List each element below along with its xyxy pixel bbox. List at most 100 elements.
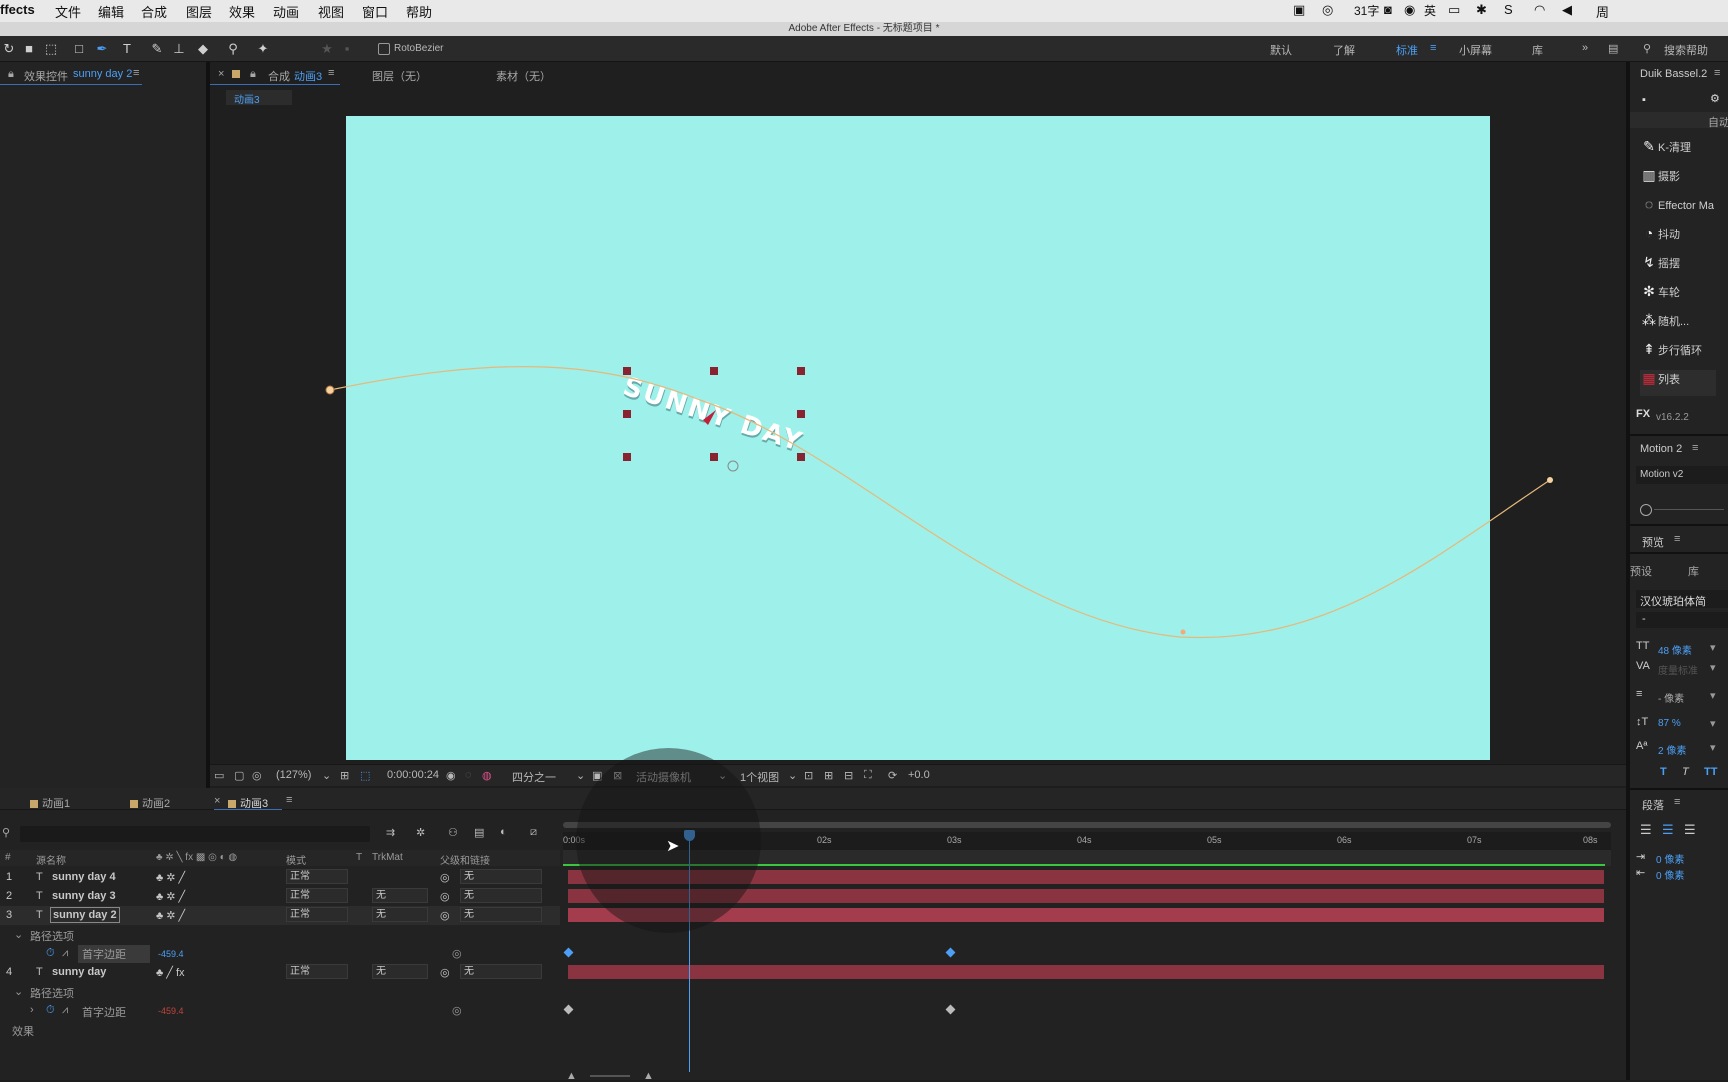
bounding-box-handle[interactable]	[797, 453, 805, 461]
bounding-box-handle[interactable]	[623, 453, 631, 461]
preview-tab[interactable]: 预览	[1642, 534, 1664, 550]
library-tab[interactable]: 库	[1688, 563, 1699, 579]
preset-tab[interactable]: 预设	[1630, 563, 1652, 579]
motion-path[interactable]	[329, 365, 1551, 639]
blend-mode-dropdown[interactable]: 正常	[286, 907, 348, 922]
expression-icon[interactable]: ◎	[452, 1004, 462, 1017]
duik-auto-label[interactable]: 自动	[1708, 114, 1728, 130]
layer-row[interactable]: 1 T sunny day 4 ♣ ✲ ╱ 正常 ◎ 无	[0, 868, 560, 887]
font-family-dropdown[interactable]: 汉仪琥珀体简	[1636, 590, 1728, 608]
pickwhip-icon[interactable]: ◎	[440, 966, 450, 979]
bounding-box-handle[interactable]	[710, 367, 718, 375]
first-margin-label[interactable]: 首字边距	[82, 1004, 126, 1020]
duik-tool-camera[interactable]: ▥ 摄影	[1640, 167, 1728, 193]
track-matte-dropdown[interactable]: 无	[372, 964, 428, 979]
layer-name[interactable]: sunny day 3	[52, 890, 116, 902]
chevron-down-icon[interactable]: ⌄	[788, 769, 797, 782]
layer-duration-bar[interactable]	[568, 965, 1604, 979]
tracking-value[interactable]: 度量标准	[1658, 662, 1698, 677]
keyframe-icon[interactable]	[563, 1004, 574, 1015]
blend-mode-dropdown[interactable]: 正常	[286, 869, 348, 884]
close-tab-icon[interactable]: ×	[214, 795, 220, 807]
align-left-icon[interactable]: ☰	[1640, 822, 1652, 838]
panel-menu-icon[interactable]: ≡	[1692, 442, 1698, 454]
layer-position-icon[interactable]	[727, 460, 739, 472]
timeline-icon[interactable]: ⊟	[844, 769, 853, 782]
layer-row[interactable]: 2 T sunny day 3 ♣ ✲ ╱ 正常 无 ◎ 无	[0, 887, 560, 906]
chevron-down-icon[interactable]: ▾	[1710, 689, 1716, 702]
flowchart-icon[interactable]: ⛶	[864, 769, 872, 782]
parent-dropdown[interactable]: 无	[460, 869, 542, 884]
mask-visibility-icon[interactable]: ◎	[252, 769, 262, 782]
parent-dropdown[interactable]: 无	[460, 888, 542, 903]
graph-editor-icon[interactable]: ⧄	[530, 826, 537, 839]
layer-name[interactable]: sunny day 4	[52, 871, 116, 883]
reset-exposure-icon[interactable]: ⟳	[888, 769, 897, 782]
panel-menu-icon[interactable]: ≡	[1714, 67, 1720, 79]
path-vertex[interactable]	[1180, 629, 1186, 635]
header-trkmat[interactable]: TrkMat	[372, 852, 403, 863]
zoom-dropdown[interactable]: (127%)	[276, 769, 311, 781]
fx-console-icon[interactable]: FX	[1636, 408, 1650, 420]
shy-layers-icon[interactable]: ⚇	[448, 826, 458, 839]
align-right-icon[interactable]: ☰	[1684, 822, 1696, 838]
panel-menu-icon[interactable]: ≡	[1674, 533, 1680, 545]
motion-blur-icon[interactable]: ◐	[500, 826, 507, 838]
duik-tool-walk-cycle[interactable]: ⇞ 步行循环	[1640, 341, 1728, 367]
header-parent[interactable]: 父级和链接	[440, 852, 490, 867]
bounding-box-handle[interactable]	[710, 453, 718, 461]
bounding-box-handle[interactable]	[797, 367, 805, 375]
chevron-down-icon[interactable]: ⌄	[14, 985, 23, 998]
expression-icon[interactable]: ◎	[452, 947, 462, 960]
layer-row[interactable]: 4 T sunny day ♣ ╱ fx 正常 无 ◎ 无	[0, 963, 560, 982]
show-snapshot-icon[interactable]: ◌	[465, 769, 472, 781]
timeline-tab-anim1[interactable]: 动画1	[30, 795, 70, 811]
all-caps-icon[interactable]: TT	[1704, 766, 1717, 778]
layer-switches[interactable]: ♣ ✲ ╱	[156, 871, 185, 884]
frame-blending-icon[interactable]: ▤	[474, 826, 484, 839]
view-layout-dropdown[interactable]: 1个视图	[740, 769, 779, 785]
property-row[interactable]: ⏱ ⩘ 首字边距 -459.4 ◎	[0, 944, 560, 963]
motion-tab[interactable]: Motion 2	[1640, 443, 1682, 455]
pickwhip-icon[interactable]: ◎	[440, 890, 450, 903]
chevron-right-icon[interactable]: ›	[30, 1004, 34, 1016]
align-center-icon[interactable]: ☰	[1662, 822, 1674, 838]
first-margin-label[interactable]: 首字边距	[78, 945, 150, 963]
bounding-box-handle[interactable]	[797, 410, 805, 418]
resolution-dropdown[interactable]: 四分之一	[512, 769, 556, 785]
layer-row-selected[interactable]: 3 T sunny day 2 ♣ ✲ ╱ 正常 无 ◎ 无	[0, 906, 560, 925]
duik-home-icon[interactable]: ▪	[1642, 94, 1646, 106]
paragraph-tab[interactable]: 段落	[1642, 797, 1664, 813]
blend-mode-dropdown[interactable]: 正常	[286, 964, 348, 979]
path-start-point[interactable]	[325, 385, 335, 395]
chevron-down-icon[interactable]: ▾	[1710, 661, 1716, 674]
graph-icon[interactable]: ⩘	[62, 1004, 68, 1017]
effects-label[interactable]: 效果	[12, 1023, 34, 1039]
chevron-down-icon[interactable]: ▾	[1710, 641, 1716, 654]
anchor-point-icon[interactable]	[703, 410, 716, 425]
motion-slider-knob[interactable]	[1640, 504, 1652, 516]
header-mode[interactable]: 模式	[286, 852, 306, 867]
duik-tool-wiggle[interactable]: ◔ 抖动	[1640, 225, 1728, 251]
stopwatch-icon[interactable]: ⏱	[46, 947, 55, 960]
keyframe-icon[interactable]	[945, 947, 956, 958]
track-matte-dropdown[interactable]: 无	[372, 888, 428, 903]
faux-bold-icon[interactable]: T	[1660, 766, 1667, 778]
bounding-box-handle[interactable]	[623, 367, 631, 375]
baseline-shift-value[interactable]: 2 像素	[1658, 742, 1686, 757]
bounding-box-handle[interactable]	[623, 410, 631, 418]
font-style-dropdown[interactable]: -	[1636, 612, 1728, 628]
indent-left-value[interactable]: 0 像素	[1656, 851, 1684, 866]
monitor-icon[interactable]: ▢	[234, 769, 244, 782]
duik-tool-list[interactable]: ▦ 列表	[1640, 370, 1716, 396]
timeline-search-input[interactable]	[20, 826, 370, 842]
path-end-point[interactable]	[1547, 477, 1553, 483]
leading-value[interactable]: - 像素	[1658, 690, 1684, 705]
faux-italic-icon[interactable]: T	[1682, 766, 1689, 778]
vertical-scale-value[interactable]: 87 %	[1658, 718, 1681, 729]
stopwatch-icon[interactable]: ⏱	[46, 1004, 55, 1017]
duik-tool-effector[interactable]: ◌ Effector Ma	[1640, 196, 1728, 222]
timeline-tab-anim2[interactable]: 动画2	[130, 795, 170, 811]
indent-top-value[interactable]: 0 像素	[1656, 867, 1684, 882]
path-options-label[interactable]: 路径选项	[30, 928, 74, 944]
